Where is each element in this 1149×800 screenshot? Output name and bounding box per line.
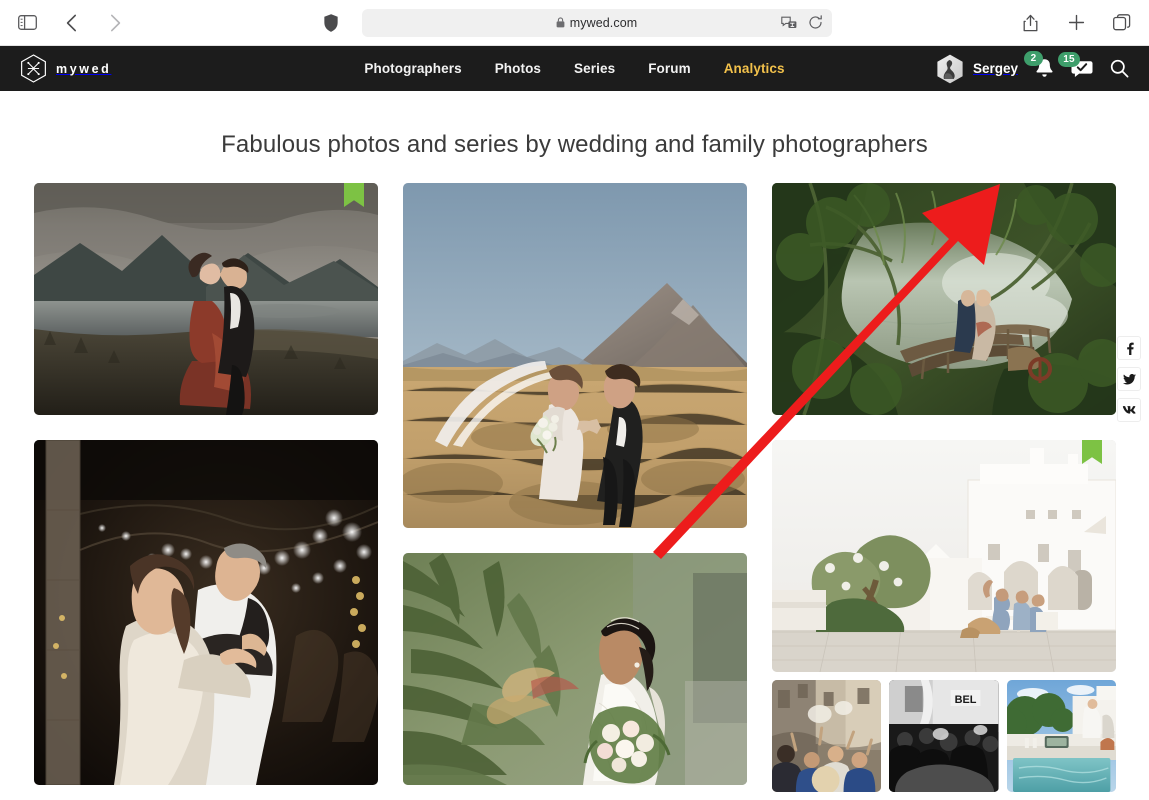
nav-item-forum[interactable]: Forum: [648, 61, 691, 76]
photo-image: [772, 680, 882, 792]
site-logo[interactable]: mywed: [20, 54, 111, 83]
nav-item-series[interactable]: Series: [574, 61, 615, 76]
page-body: Fabulous photos and series by wedding an…: [0, 91, 1149, 800]
photo-image: [403, 553, 747, 785]
reload-icon[interactable]: [807, 14, 824, 31]
photo-image: BEL: [889, 680, 999, 792]
messages-button[interactable]: 15: [1058, 52, 1093, 78]
social-share-rail: [1117, 336, 1141, 422]
share-icon[interactable]: [1017, 10, 1043, 36]
photo-card-bride-tropical-greenery[interactable]: [403, 553, 747, 785]
search-icon[interactable]: [1110, 59, 1129, 78]
photo-card-golden-field-couple[interactable]: [403, 183, 747, 528]
photo-image: [34, 183, 378, 415]
series-thumbnail-bw-street-sign[interactable]: BEL: [889, 680, 999, 792]
gallery-column-2: [403, 183, 747, 785]
photo-gallery-grid: BEL: [34, 183, 1116, 792]
notification-bell[interactable]: 2: [1024, 51, 1054, 79]
photo-image: [403, 183, 747, 528]
photo-card-forest-lake-pier[interactable]: [772, 183, 1116, 415]
series-cover-white-villa[interactable]: [772, 440, 1116, 672]
translate-icon[interactable]: [781, 14, 798, 31]
main-navigation: Photographers Photos Series Forum Analyt…: [364, 61, 784, 76]
lock-icon: [556, 17, 565, 28]
site-header: mywed Photographers Photos Series Forum …: [0, 46, 1149, 91]
new-tab-icon[interactable]: [1063, 10, 1089, 36]
photo-card-mountain-lake-couple[interactable]: [34, 183, 378, 415]
photo-image: [1006, 680, 1116, 792]
twitter-icon[interactable]: [1117, 367, 1141, 391]
nav-item-analytics[interactable]: Analytics: [724, 61, 785, 76]
vk-icon[interactable]: [1117, 398, 1141, 422]
forward-button[interactable]: [102, 10, 128, 36]
facebook-icon[interactable]: [1117, 336, 1141, 360]
url-text: mywed.com: [569, 15, 638, 30]
bell-badge-count: 2: [1024, 51, 1043, 66]
avatar: [936, 54, 964, 84]
photo-card-father-daughter-dance[interactable]: [34, 440, 378, 785]
gallery-column-3: BEL: [772, 183, 1116, 792]
address-bar-actions: [781, 9, 824, 37]
browser-chrome: mywed.com: [0, 0, 1149, 46]
user-profile-link[interactable]: Sergey: [936, 54, 1018, 84]
messages-badge-count: 15: [1058, 52, 1080, 67]
series-thumbnail-strip: BEL: [772, 680, 1116, 792]
svg-text:BEL: BEL: [955, 694, 977, 706]
address-bar[interactable]: mywed.com: [361, 8, 832, 37]
photo-image: [772, 183, 1116, 415]
user-name: Sergey: [972, 61, 1018, 76]
gallery-column-1: [34, 183, 378, 785]
nav-item-photos[interactable]: Photos: [495, 61, 541, 76]
privacy-shield-icon[interactable]: [318, 10, 344, 36]
series-card-white-villa: BEL: [772, 440, 1116, 792]
browser-right-controls: [1017, 10, 1135, 36]
header-user-area: Sergey 2 15: [936, 51, 1129, 84]
nav-item-photographers[interactable]: Photographers: [364, 61, 461, 76]
photo-image: [772, 440, 1116, 672]
sidebar-toggle-icon[interactable]: [14, 10, 40, 36]
brand-name: mywed: [56, 61, 112, 76]
browser-address-area: mywed.com: [0, 8, 1149, 37]
series-thumbnail-celebration-crowd[interactable]: [772, 680, 882, 792]
page-title: Fabulous photos and series by wedding an…: [221, 131, 928, 158]
series-thumbnail-pool-villa[interactable]: [1006, 680, 1116, 792]
mywed-hexagon-icon: [20, 54, 47, 83]
photo-image: [34, 440, 378, 785]
browser-left-controls: [14, 10, 128, 36]
tab-overview-icon[interactable]: [1109, 10, 1135, 36]
url-display: mywed.com: [556, 16, 638, 30]
back-button[interactable]: [58, 10, 84, 36]
